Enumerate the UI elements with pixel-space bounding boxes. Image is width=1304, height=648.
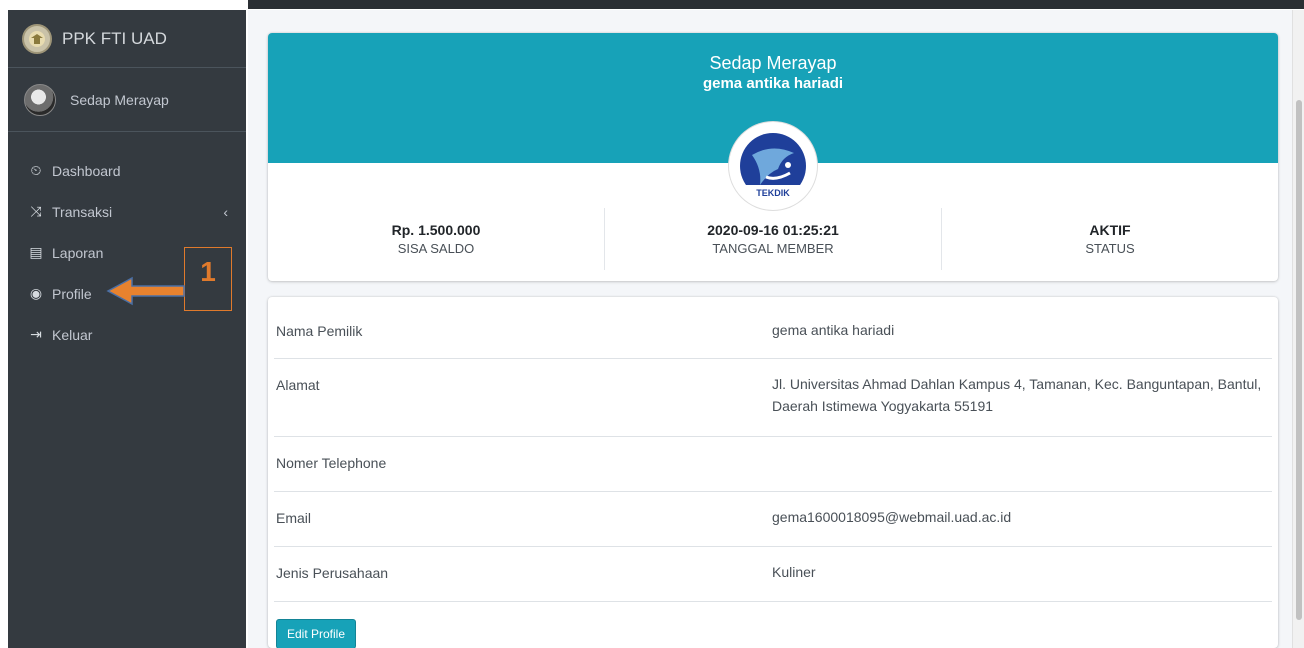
detail-value: gema antika hariadi [772,322,895,338]
sidebar-item-label: Keluar [52,326,93,343]
detail-row-telephone: Nomer Telephone [274,437,1272,492]
stat-saldo: Rp. 1.500.000 SISA SALDO [268,208,605,270]
stats-row: Rp. 1.500.000 SISA SALDO 2020-09-16 01:2… [268,208,1278,270]
detail-label: Jenis Perusahaan [276,565,389,581]
profile-name: Sedap Merayap [709,53,837,73]
company-logo: TEKDIK [729,122,817,210]
sidebar-item-keluar[interactable]: ⇥ Keluar [8,314,246,355]
logo-text: TEKDIK [756,188,790,198]
detail-value: Kuliner [772,564,816,580]
top-strip [0,0,1304,10]
annotation-arrow-icon [106,276,185,306]
header-bar [248,0,1304,9]
detail-label: Email [276,510,312,526]
sidebar-item-dashboard[interactable]: ⏲ Dashboard [8,150,246,191]
detail-label: Alamat [276,377,320,393]
sidebar-item-label: Dashboard [52,162,121,179]
file-export-icon: ▤ [29,244,43,260]
stat-label: STATUS [1085,241,1135,256]
tachometer-icon: ⏲ [30,162,42,178]
annotation-number: 1 [200,256,216,287]
brand-link[interactable]: PPK FTI UAD [8,10,246,68]
page-scrollbar[interactable] [1292,10,1304,648]
owner-name: gema antika hariadi [702,75,844,92]
detail-row-jenis-perusahaan: Jenis Perusahaan Kuliner [274,547,1272,602]
user-circle-icon: ◉ [29,285,43,301]
detail-label: Nomer Telephone [276,455,387,471]
sidebar-nav: ⏲ Dashboard ⤨ Transaksi ‹ ▤ Laporan ◉ Pr… [8,132,246,355]
brand-name: PPK FTI UAD [62,28,167,48]
avatar [24,83,56,116]
sidebar-item-label: Transaksi [52,203,113,220]
detail-value: Jl. Universitas Ahmad Dahlan Kampus 4, T… [772,376,1262,414]
sidebar-item-label: Laporan [52,244,104,261]
detail-label: Nama Pemilik [276,323,363,339]
stat-value: 2020-09-16 01:25:21 [707,222,839,238]
detail-row-nama-pemilik: Nama Pemilik gema antika hariadi [274,305,1272,359]
profile-widget-card: Sedap Merayap gema antika hariadi TEKDIK… [268,33,1278,281]
shuffle-icon: ⤨ [30,203,42,219]
sidebar-item-transaksi[interactable]: ⤨ Transaksi ‹ [8,191,246,232]
chevron-left-icon: ‹ [223,203,228,220]
detail-value: gema1600018095@webmail.uad.ac.id [772,509,1012,525]
sidebar: PPK FTI UAD Sedap Merayap ⏲ Dashboard ⤨ … [8,10,246,648]
stat-label: SISA SALDO [397,241,475,256]
detail-row-email: Email gema1600018095@webmail.uad.ac.id [274,492,1272,547]
stat-value: Rp. 1.500.000 [391,222,481,238]
stat-status: AKTIF STATUS [942,208,1278,270]
edit-profile-button[interactable]: Edit Profile [276,619,356,648]
garuda-emblem-icon [22,23,52,54]
scrollbar-thumb[interactable] [1296,100,1302,620]
detail-row-alamat: Alamat Jl. Universitas Ahmad Dahlan Kamp… [274,359,1272,437]
sidebar-item-label: Profile [52,285,92,302]
stat-member-date: 2020-09-16 01:25:21 TANGGAL MEMBER [605,208,942,270]
user-name: Sedap Merayap [70,91,169,108]
sign-out-icon: ⇥ [30,326,42,342]
stat-label: TANGGAL MEMBER [712,241,834,256]
stat-value: AKTIF [1089,222,1131,238]
profile-details-card: Nama Pemilik gema antika hariadi Alamat … [268,297,1278,648]
user-panel[interactable]: Sedap Merayap [8,68,246,132]
